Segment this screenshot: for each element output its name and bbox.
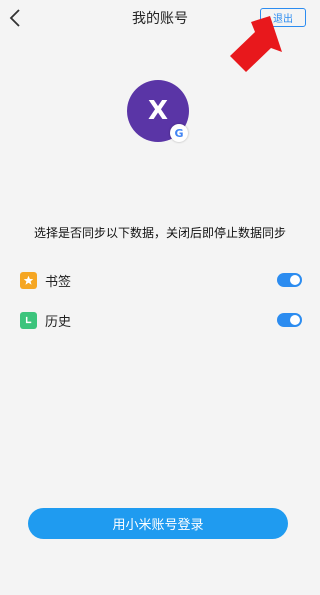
sync-row-bookmarks: 书签 [20, 269, 302, 291]
google-icon: G [170, 124, 188, 142]
sync-hint-text: 选择是否同步以下数据，关闭后即停止数据同步 [33, 226, 286, 240]
sync-row-history: 历史 [20, 309, 302, 331]
toggle-knob [290, 275, 300, 285]
toggle-knob [290, 315, 300, 325]
history-sync-toggle[interactable] [277, 313, 302, 327]
xiaomi-login-button[interactable]: 用小米账号登录 [28, 508, 288, 539]
bookmark-star-icon [20, 271, 37, 289]
google-badge-letter: G [174, 126, 184, 140]
logout-button[interactable]: 退出 [260, 8, 306, 27]
sync-row-label: 历史 [45, 314, 72, 330]
sync-row-label: 书签 [45, 274, 72, 290]
header: 我的账号 退出 [0, 0, 320, 36]
bookmarks-sync-toggle[interactable] [277, 273, 302, 287]
avatar-letter: X [147, 96, 169, 126]
history-clock-icon [20, 311, 37, 329]
